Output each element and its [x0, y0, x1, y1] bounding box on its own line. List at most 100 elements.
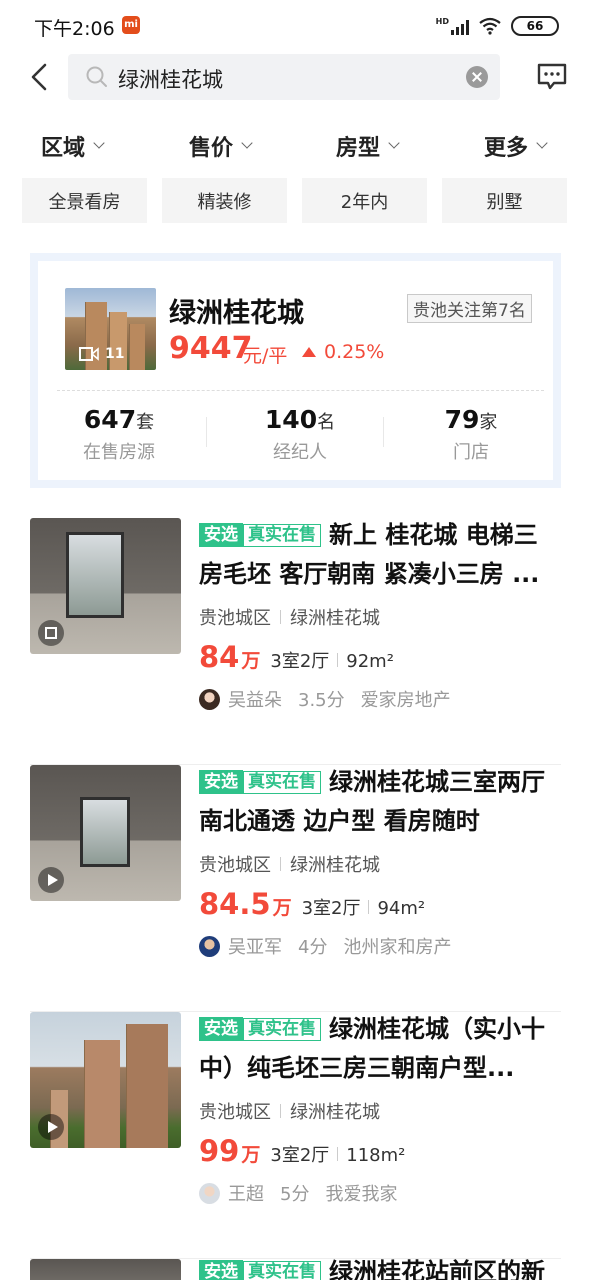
stat-listings[interactable]: 647套 在售房源: [44, 405, 194, 464]
quick-tag-panorama[interactable]: 全景看房: [22, 178, 147, 223]
agent-score: 5分: [280, 1184, 310, 1205]
stat-num: 79: [444, 405, 480, 434]
video-icon: [79, 347, 99, 361]
agent-line[interactable]: 王超 5分 我爱我家: [199, 1180, 397, 1206]
status-icons: HD 66: [436, 14, 559, 38]
listing-item[interactable]: 安选 真实在售 新上 桂花城 电梯三房毛坯 客厅朝南 紧凑小三房 ... 贵池城区绿…: [30, 518, 561, 765]
quick-tag-decorated[interactable]: 精装修: [162, 178, 287, 223]
listing-title-text: 绿洲桂花站前区的新: [329, 1259, 545, 1280]
listing-price-unit: 万: [241, 1144, 261, 1166]
avatar: [199, 688, 220, 710]
listing-price-line: 99 万 3室2厅 118m²: [199, 1134, 405, 1168]
anxuan-tag: 安选: [199, 1017, 243, 1041]
listing-price: 84.5: [199, 887, 271, 921]
listing-location: 贵池城区 绿洲桂花城: [199, 851, 380, 877]
listing-district: 贵池城区: [199, 855, 271, 876]
filter-label: 房型: [336, 136, 381, 161]
community-photo[interactable]: 11: [65, 288, 156, 370]
message-icon[interactable]: [536, 62, 568, 92]
filter-region[interactable]: 区域: [41, 130, 105, 162]
stat-stores[interactable]: 79家 门店: [396, 405, 546, 464]
listing-rooms: 3室2厅: [270, 651, 330, 672]
listing-district: 贵池城区: [199, 608, 271, 629]
chevron-down-icon: [93, 137, 105, 149]
stat-num: 140: [264, 405, 318, 434]
real-sale-tag: 真实在售: [243, 771, 321, 794]
listing-title: 安选 真实在售 绿洲桂花城三室两厅 南北通透 边户型 看房随时: [199, 763, 561, 841]
status-time: 下午2:06: [34, 18, 115, 40]
filter-bar: 区域 售价 房型 更多: [0, 124, 591, 168]
battery-icon: 66: [511, 16, 559, 36]
stat-label: 门店: [453, 442, 489, 463]
agent-company: 我爱我家: [325, 1184, 398, 1205]
wifi-icon: [479, 17, 501, 35]
status-bar: 下午2:06 mi HD 66: [0, 0, 591, 52]
avatar: [199, 935, 220, 957]
agent-name: 王超: [228, 1184, 264, 1205]
listing-price-line: 84 万 3室2厅 92m²: [199, 640, 394, 674]
listing-item[interactable]: 安选 真实在售 绿洲桂花站前区的新: [30, 1259, 561, 1280]
photo-count-value: 11: [105, 346, 125, 362]
chevron-down-icon: [536, 137, 548, 149]
community-price: 9447: [169, 331, 253, 366]
price-trend: 0.25%: [302, 341, 384, 363]
trend-up-icon: [302, 347, 316, 357]
agent-name: 吴亚军: [228, 937, 282, 958]
price-change: 0.25%: [324, 341, 385, 363]
listing-community: 绿洲桂花城: [290, 608, 380, 629]
anxuan-tag: 安选: [199, 1260, 243, 1280]
chevron-down-icon: [388, 137, 400, 149]
stat-label: 在售房源: [83, 442, 155, 463]
stat-divider: [383, 417, 384, 447]
anxuan-tag: 安选: [199, 770, 243, 794]
play-icon[interactable]: [38, 1114, 64, 1140]
quick-tag-2years[interactable]: 2年内: [302, 178, 427, 223]
filter-label: 售价: [189, 136, 234, 161]
chevron-down-icon: [241, 137, 253, 149]
listing-area: 92m²: [346, 651, 394, 672]
filter-price[interactable]: 售价: [189, 130, 253, 162]
agent-line[interactable]: 吴益朵 3.5分 爱家房地产: [199, 686, 451, 712]
listing-price-unit: 万: [272, 897, 292, 919]
real-sale-tag: 真实在售: [243, 524, 321, 547]
listing-location: 贵池城区 绿洲桂花城: [199, 1098, 380, 1124]
agent-company: 池州家和房产: [343, 937, 452, 958]
stat-agents[interactable]: 140名 经纪人: [225, 405, 375, 464]
stat-num: 647: [83, 405, 137, 434]
agent-name: 吴益朵: [228, 690, 282, 711]
stat-unit: 家: [479, 412, 498, 433]
card-divider: [57, 390, 544, 391]
agent-line[interactable]: 吴亚军 4分 池州家和房产: [199, 933, 451, 959]
listing-photo[interactable]: [30, 1012, 181, 1148]
listing-rooms: 3室2厅: [301, 898, 361, 919]
anxuan-tag: 安选: [199, 523, 243, 547]
listing-photo[interactable]: [30, 518, 181, 654]
back-arrow-icon[interactable]: [26, 62, 56, 92]
play-icon[interactable]: [38, 867, 64, 893]
search-input[interactable]: 绿洲桂花城: [68, 54, 500, 100]
filter-more[interactable]: 更多: [484, 130, 548, 162]
quick-tag-villa[interactable]: 别墅: [442, 178, 567, 223]
listing-item[interactable]: 安选 真实在售 绿洲桂花城三室两厅 南北通透 边户型 看房随时 贵池城区 绿洲桂花城 …: [30, 765, 561, 1012]
listing-location: 贵池城区 绿洲桂花城: [199, 604, 380, 630]
community-name: 绿洲桂花城: [169, 298, 304, 329]
stat-unit: 名: [317, 412, 336, 433]
listing-rooms: 3室2厅: [270, 1145, 330, 1166]
stat-divider: [206, 417, 207, 447]
real-sale-tag: 真实在售: [243, 1018, 321, 1041]
listing-photo[interactable]: [30, 765, 181, 901]
clear-icon[interactable]: [466, 66, 488, 88]
mi-app-icon: mi: [122, 16, 140, 34]
listing-price: 84: [199, 640, 240, 674]
community-card[interactable]: 11 绿洲桂花城 贵池关注第7名 9447 元/平 0.25% 647套 在售房…: [30, 253, 561, 488]
listing-price: 99: [199, 1134, 240, 1168]
agent-score: 3.5分: [298, 690, 345, 711]
hd-signal-icon: HD: [436, 17, 469, 35]
listing-price-line: 84.5 万 3室2厅 94m²: [199, 887, 425, 921]
filter-layout[interactable]: 房型: [336, 130, 400, 162]
rank-badge[interactable]: 贵池关注第7名: [407, 294, 532, 323]
listing-title: 安选 真实在售 绿洲桂花城（实小十中）纯毛坯三房三朝南户型...: [199, 1010, 561, 1088]
listing-photo[interactable]: [30, 1259, 181, 1280]
listing-item[interactable]: 安选 真实在售 绿洲桂花城（实小十中）纯毛坯三房三朝南户型... 贵池城区 绿洲桂花城…: [30, 1012, 561, 1259]
filter-label: 区域: [41, 136, 86, 161]
